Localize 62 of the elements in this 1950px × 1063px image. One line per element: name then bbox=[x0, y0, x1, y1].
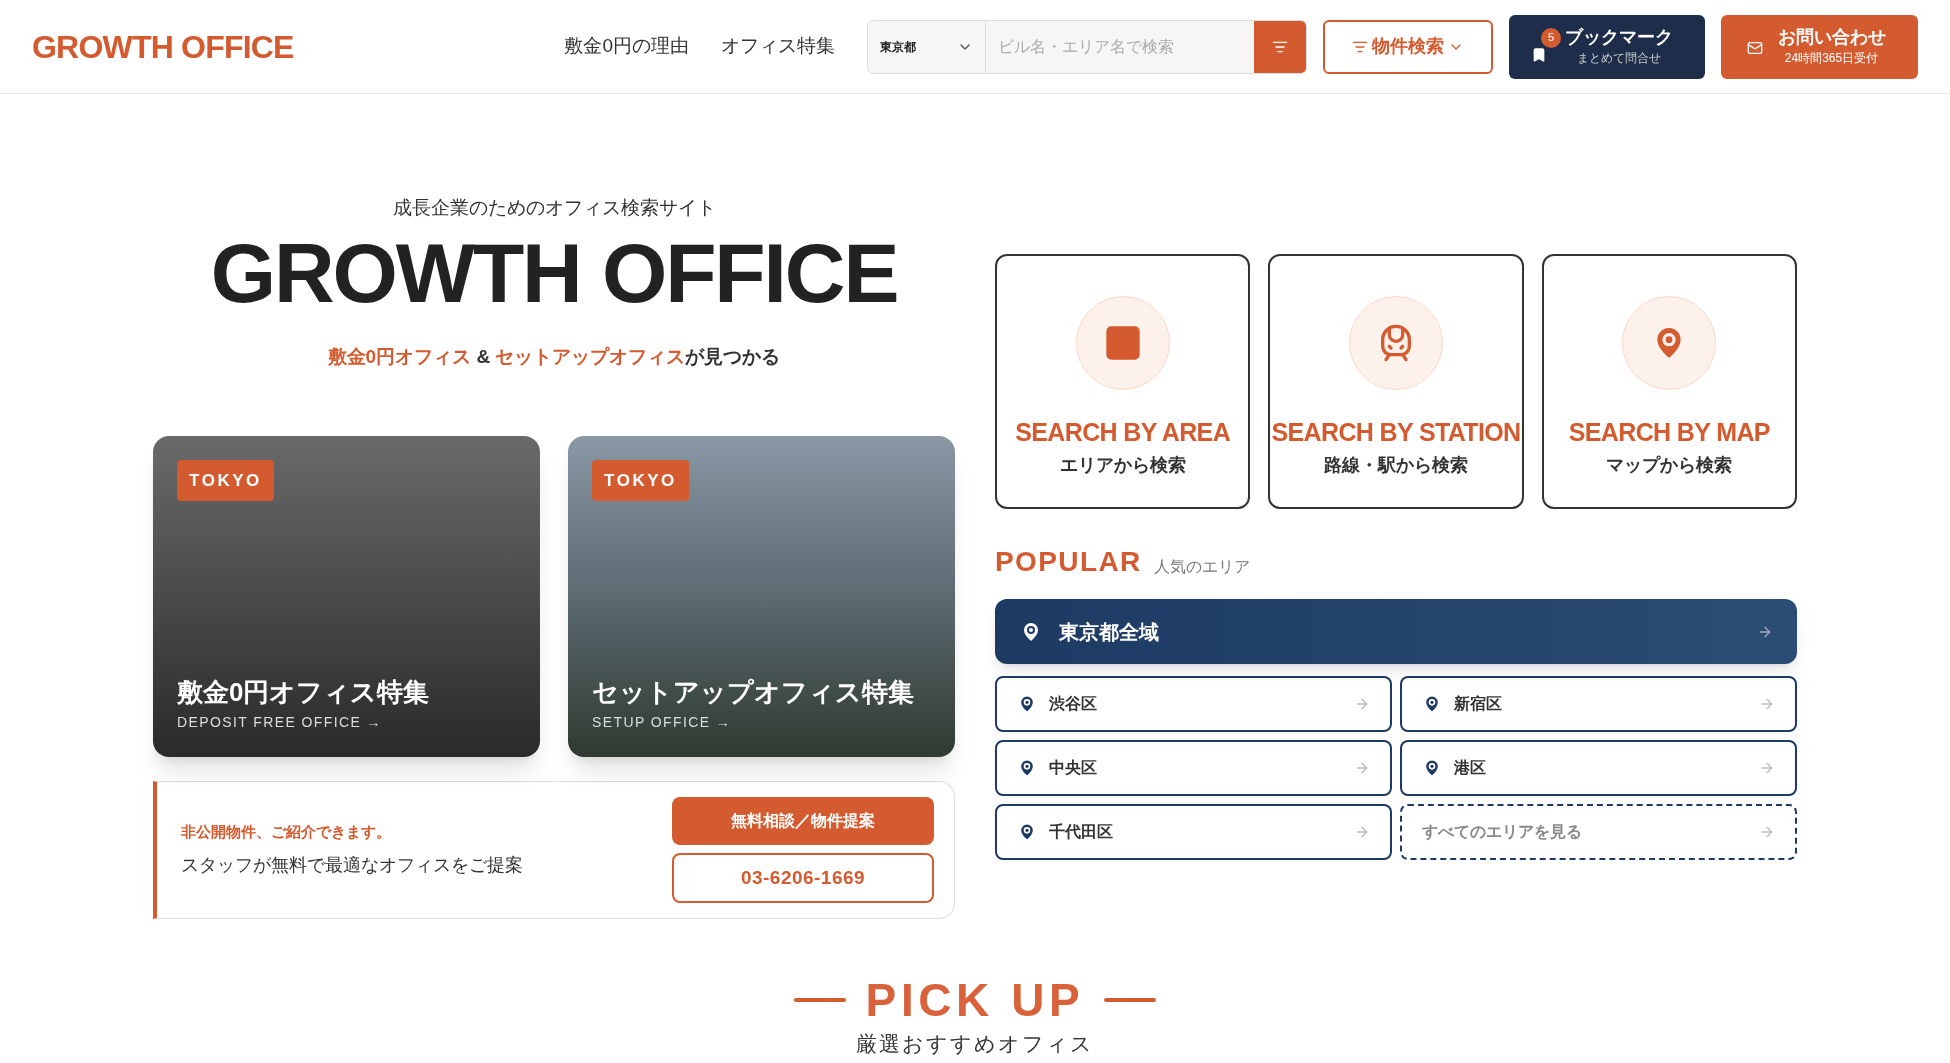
all-areas-link[interactable]: すべてのエリアを見る bbox=[1400, 804, 1797, 860]
tokyo-all-areas-button[interactable]: 東京都全域 bbox=[995, 599, 1797, 664]
map-pin-icon bbox=[1017, 822, 1037, 842]
feature-title: 敷金0円オフィス特集 bbox=[177, 675, 431, 709]
popular-title: POPULAR bbox=[995, 545, 1142, 579]
search-method-title: SEARCH BY AREA bbox=[1015, 417, 1231, 448]
bookmark-subtitle: まとめて問合せ bbox=[1576, 49, 1661, 67]
tokyo-badge: TOKYO bbox=[592, 459, 689, 502]
bookmark-title: ブックマーク bbox=[1565, 26, 1673, 49]
arrow-icon bbox=[1354, 696, 1370, 712]
contact-subtitle: 24時間365日受付 bbox=[1783, 49, 1879, 67]
area-link[interactable]: 新宿区 bbox=[1400, 676, 1797, 732]
arrow-icon bbox=[1759, 696, 1775, 712]
feature-card[interactable]: TOKYO セットアップオフィス特集 SETUP OFFICE → bbox=[568, 435, 955, 757]
search-method-subtitle: 路線・駅から検索 bbox=[1324, 453, 1468, 477]
area-link[interactable]: 港区 bbox=[1400, 740, 1797, 796]
bookmark-button[interactable]: 5 ブックマーク まとめて問合せ bbox=[1509, 14, 1705, 79]
consult-text: スタッフが無料で最適なオフィスをご提案 bbox=[181, 853, 523, 877]
area-link[interactable]: 中央区 bbox=[995, 740, 1392, 796]
arrow-icon bbox=[1759, 824, 1775, 840]
search-method-title: SEARCH BY STATION bbox=[1271, 417, 1521, 448]
arrow-icon bbox=[1354, 824, 1370, 840]
search-button[interactable] bbox=[1254, 20, 1306, 73]
arrow-icon bbox=[1759, 760, 1775, 776]
search-method-card[interactable]: SEARCH BY STATION 路線・駅から検索 bbox=[1268, 254, 1524, 509]
consult-headline: 非公開物件、ご紹介できます。 bbox=[181, 822, 392, 843]
contact-title: お問い合わせ bbox=[1776, 26, 1886, 49]
property-search-button[interactable]: 物件検索 bbox=[1323, 19, 1493, 74]
nav-link[interactable]: オフィス特集 bbox=[721, 32, 835, 61]
area-link[interactable]: 渋谷区 bbox=[995, 676, 1392, 732]
nav-link[interactable]: 敷金0円の理由 bbox=[564, 32, 689, 61]
area-label: 東京都全域 bbox=[1059, 619, 1160, 645]
bookmark-count-badge: 5 bbox=[1541, 27, 1561, 48]
popular-subtitle: 人気のエリア bbox=[1153, 557, 1250, 577]
feature-subtitle: DEPOSIT FREE OFFICE → bbox=[177, 712, 383, 732]
search-method-title: SEARCH BY MAP bbox=[1568, 417, 1770, 448]
feature-card[interactable]: TOKYO 敷金0円オフィス特集 DEPOSIT FREE OFFICE → bbox=[153, 435, 540, 757]
hero-lead: 敷金0円オフィス & セットアップオフィスが見つかる bbox=[327, 345, 781, 370]
site-logo[interactable]: GROWTH OFFICE bbox=[32, 22, 294, 71]
search-bar[interactable]: 東京都 ビル名・エリア名で検索 bbox=[867, 19, 1307, 74]
pickup-title: PICK UP bbox=[865, 976, 1085, 1023]
map-pin-icon bbox=[1017, 694, 1037, 714]
mail-icon bbox=[1747, 39, 1763, 56]
pickup-subtitle: 厳選おすすめオフィス bbox=[855, 1030, 1095, 1057]
map-pin-icon bbox=[1422, 694, 1442, 714]
hero-tagline: 成長企業のためのオフィス検索サイト bbox=[392, 196, 716, 220]
phone-button[interactable]: 03-6206-1669 bbox=[672, 852, 934, 903]
bookmark-icon bbox=[1531, 46, 1547, 63]
prefecture-select[interactable]: 東京都 bbox=[868, 20, 986, 73]
hero-title: GROWTH OFFICE bbox=[210, 224, 898, 322]
feature-title: セットアップオフィス特集 bbox=[592, 675, 915, 709]
consult-button[interactable]: 無料相談／物件提案 bbox=[672, 796, 934, 845]
contact-button[interactable]: お問い合わせ 24時間365日受付 bbox=[1721, 14, 1918, 79]
search-method-subtitle: マップから検索 bbox=[1606, 453, 1733, 477]
arrow-icon bbox=[1354, 760, 1370, 776]
search-method-subtitle: エリアから検索 bbox=[1059, 453, 1186, 477]
search-method-card[interactable]: SEARCH BY MAP マップから検索 bbox=[1541, 254, 1797, 509]
search-field[interactable]: ビル名・エリア名で検索 bbox=[986, 20, 1254, 73]
search-method-card[interactable]: SEARCH BY AREA エリアから検索 bbox=[995, 254, 1251, 509]
tokyo-badge: TOKYO bbox=[177, 459, 274, 502]
feature-subtitle: SETUP OFFICE → bbox=[592, 712, 733, 732]
area-link[interactable]: 千代田区 bbox=[995, 804, 1392, 860]
